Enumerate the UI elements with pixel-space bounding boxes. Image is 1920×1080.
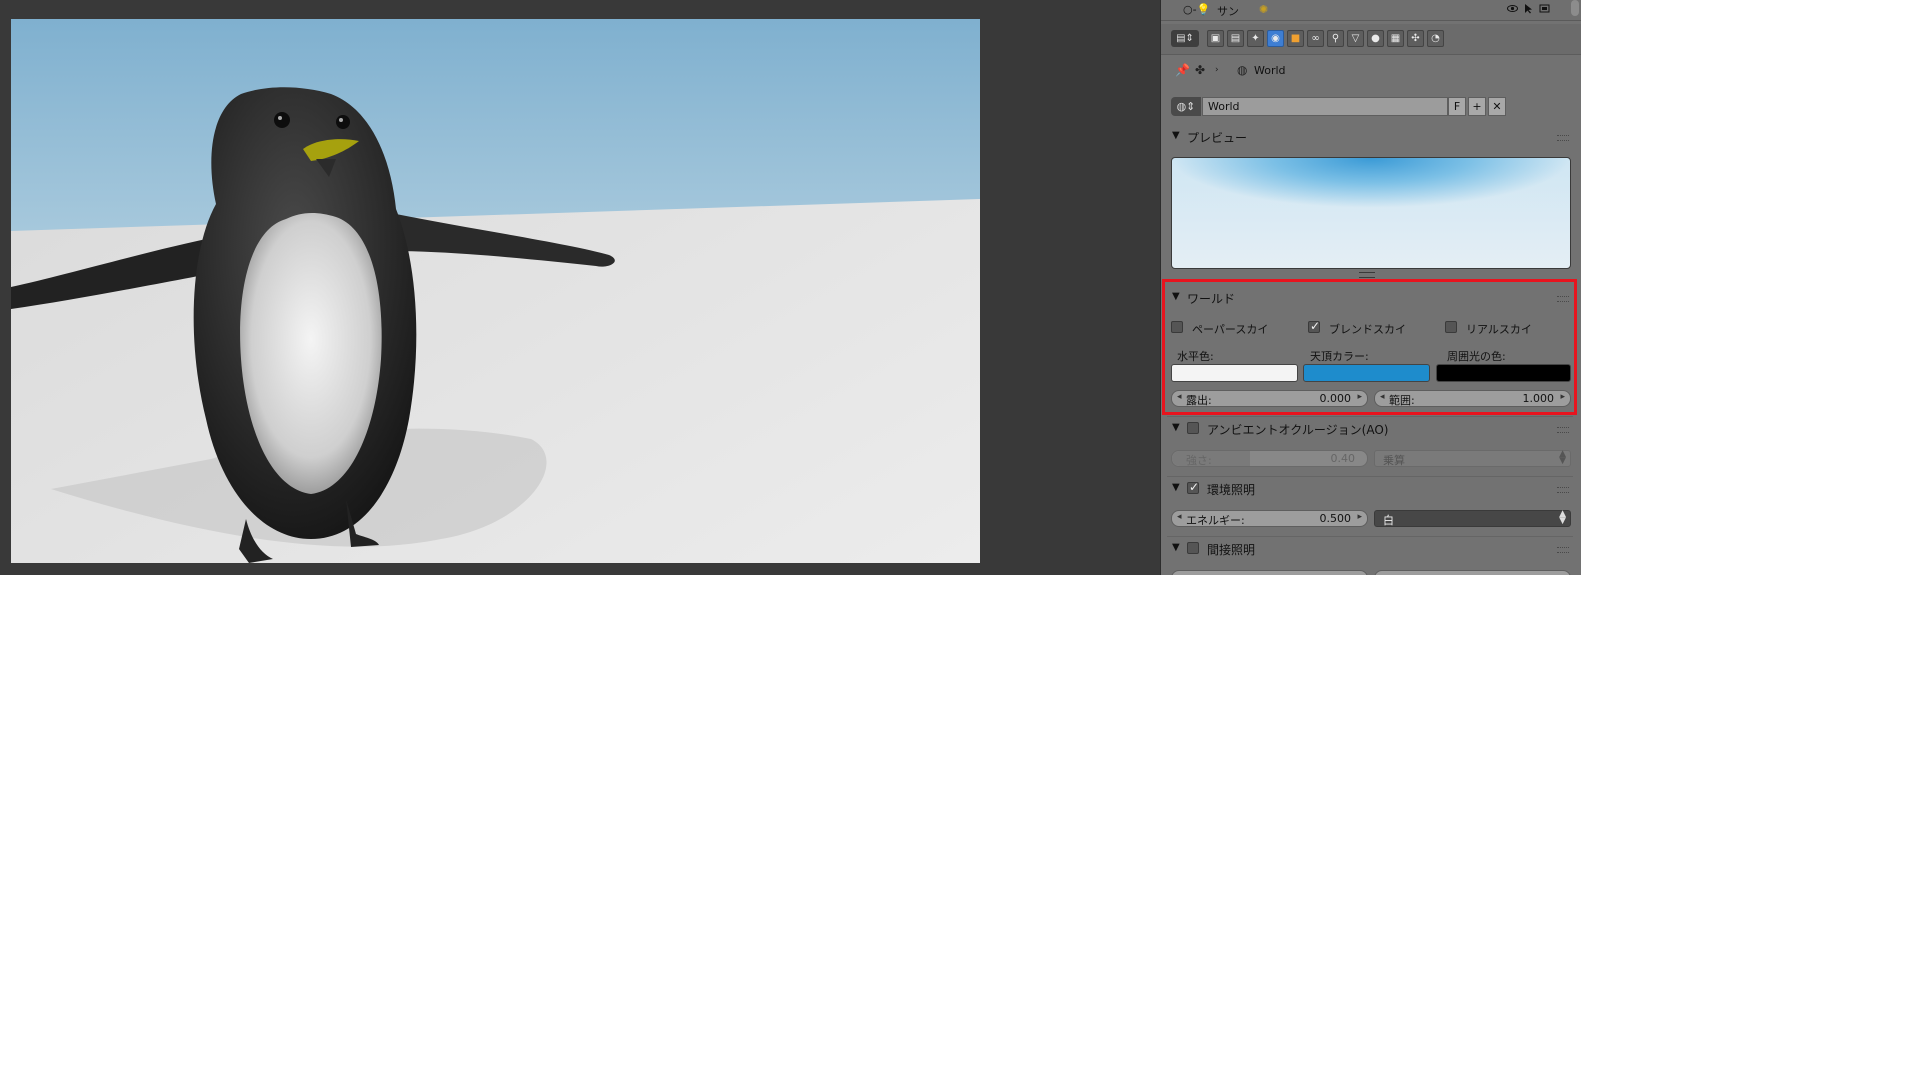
ao-strength-value: 0.40 — [1330, 452, 1356, 465]
env-color-value: 白 — [1383, 514, 1394, 527]
material-tab-icon[interactable]: ● — [1367, 30, 1384, 47]
world-name-field[interactable]: World — [1202, 97, 1448, 116]
render-camera-icon[interactable] — [1539, 3, 1550, 14]
preview-panel-title: プレビュー — [1187, 131, 1248, 145]
scene-icon: ✤ — [1195, 63, 1206, 77]
breadcrumb: 📌 ✤ › ◍ World — [1171, 62, 1571, 80]
dropdown-arrows-icon: ▲ ▼ — [1559, 449, 1566, 466]
energy-value: 0.500 — [1319, 512, 1352, 525]
ao-strength-slider[interactable]: 強さ: 0.40 — [1171, 450, 1368, 467]
collapse-triangle-icon: ▼ — [1172, 130, 1180, 141]
world-browse-button[interactable]: ◍⇕ — [1171, 97, 1201, 116]
env-lighting-panel-header[interactable]: ▼ 環境照明 — [1169, 480, 1571, 498]
blender-window: ○‑💡 サン ✺ ▤⇕ ▣ ▤ ✦ ◉ ■ ∞ ⚲ ▽ ● ▦ ✣ ◔ 📌 ✤ … — [0, 0, 1581, 575]
render-viewport[interactable] — [11, 19, 980, 563]
indirect-lighting-panel-title: 間接照明 — [1207, 543, 1256, 557]
selectable-cursor-icon[interactable] — [1523, 3, 1534, 14]
panel-divider — [1167, 536, 1573, 537]
breadcrumb-arrow-icon: › — [1215, 65, 1219, 75]
ao-strength-label: 強さ: — [1186, 454, 1212, 467]
ao-blend-mode-dropdown[interactable]: 乗算 ▲ ▼ — [1374, 450, 1571, 467]
indirect-lighting-panel-header[interactable]: ▼ 間接照明 — [1169, 540, 1571, 558]
object-data-tab-icon[interactable]: ▽ — [1347, 30, 1364, 47]
outliner-scrollbar[interactable] — [1571, 0, 1579, 16]
scene-tab-icon[interactable]: ✦ — [1247, 30, 1264, 47]
constraints-tab-icon[interactable]: ∞ — [1307, 30, 1324, 47]
env-lighting-enable-checkbox[interactable] — [1187, 480, 1199, 494]
visibility-eye-icon[interactable] — [1507, 3, 1518, 14]
panel-drag-grip[interactable] — [1557, 427, 1569, 433]
energy-slider[interactable]: ◂ エネルギー: 0.500 ▸ — [1171, 510, 1368, 527]
particles-tab-icon[interactable]: ✣ — [1407, 30, 1424, 47]
panel-drag-grip[interactable] — [1557, 487, 1569, 493]
ao-blend-mode-value: 乗算 — [1383, 454, 1405, 467]
world-datablock-selector: ◍⇕ World F + ✕ — [1171, 97, 1571, 117]
dropdown-arrows-icon: ▲ ▼ — [1559, 509, 1566, 526]
world-preview — [1171, 157, 1571, 269]
panel-divider — [1167, 416, 1573, 417]
increment-arrow-icon[interactable]: ▸ — [1357, 512, 1362, 522]
object-tab-icon[interactable]: ■ — [1287, 30, 1304, 47]
ao-panel-title: アンビエントオクルージョン(AO) — [1207, 423, 1389, 437]
lamp-icon: ○‑💡 — [1183, 3, 1211, 16]
env-lighting-panel-title: 環境照明 — [1207, 483, 1256, 497]
rendered-penguin-scene — [11, 19, 980, 563]
preview-resize-handle[interactable] — [1359, 272, 1375, 278]
env-color-dropdown[interactable]: 白 ▲ ▼ — [1374, 510, 1571, 527]
panel-drag-grip[interactable] — [1557, 547, 1569, 553]
collapse-triangle-icon: ▼ — [1172, 482, 1180, 493]
physics-tab-icon[interactable]: ◔ — [1427, 30, 1444, 47]
texture-tab-icon[interactable]: ▦ — [1387, 30, 1404, 47]
render-tab-icon[interactable]: ▣ — [1207, 30, 1224, 47]
indirect-slider-partial[interactable] — [1374, 570, 1571, 575]
world-icon: ◍ — [1237, 63, 1248, 77]
highlight-box — [1162, 279, 1577, 415]
collapse-triangle-icon: ▼ — [1172, 542, 1180, 553]
panel-divider — [1167, 476, 1573, 477]
pin-icon[interactable]: 📌 — [1175, 63, 1190, 77]
unlink-world-button[interactable]: ✕ — [1488, 97, 1506, 116]
collapse-triangle-icon: ▼ — [1172, 422, 1180, 433]
preview-panel-header[interactable]: ▼ プレビュー — [1169, 128, 1571, 146]
fake-user-button[interactable]: F — [1448, 97, 1466, 116]
decrement-arrow-icon[interactable]: ◂ — [1177, 512, 1182, 522]
modifiers-tab-icon[interactable]: ⚲ — [1327, 30, 1344, 47]
breadcrumb-world-label: World — [1254, 64, 1286, 77]
world-tab-icon[interactable]: ◉ — [1267, 30, 1284, 47]
sun-icon: ✺ — [1259, 3, 1269, 16]
ao-panel-header[interactable]: ▼ アンビエントオクルージョン(AO) — [1169, 420, 1571, 438]
render-layers-tab-icon[interactable]: ▤ — [1227, 30, 1244, 47]
panel-drag-grip[interactable] — [1557, 135, 1569, 141]
indirect-slider-partial[interactable] — [1171, 570, 1368, 575]
energy-label: エネルギー: — [1186, 514, 1245, 527]
editor-type-button[interactable]: ▤⇕ — [1171, 30, 1199, 47]
new-world-button[interactable]: + — [1468, 97, 1486, 116]
properties-tab-bar: ▤⇕ ▣ ▤ ✦ ◉ ■ ∞ ⚲ ▽ ● ▦ ✣ ◔ — [1161, 24, 1581, 55]
outliner-row[interactable]: ○‑💡 サン ✺ — [1161, 0, 1581, 21]
ao-enable-checkbox[interactable] — [1187, 422, 1199, 434]
outliner-item-label[interactable]: サン — [1217, 3, 1239, 19]
indirect-lighting-enable-checkbox[interactable] — [1187, 542, 1199, 554]
